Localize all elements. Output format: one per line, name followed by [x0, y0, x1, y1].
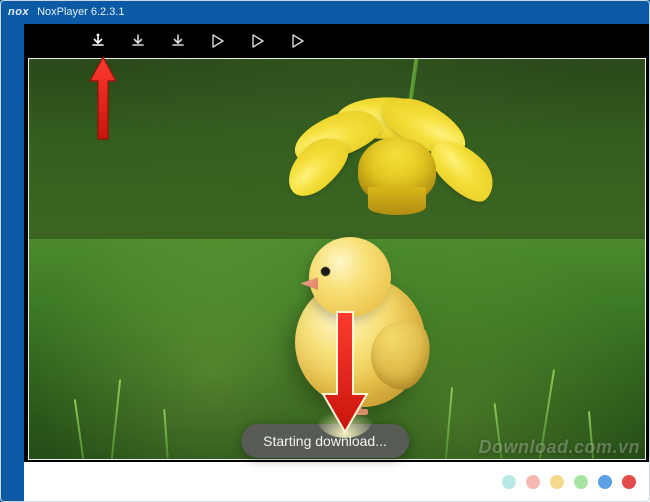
daffodil-flower — [300, 107, 490, 247]
play-store-icon[interactable] — [290, 33, 306, 49]
nav-dot[interactable] — [598, 475, 612, 489]
nav-dots-bar — [24, 462, 650, 502]
nav-dot[interactable] — [502, 475, 516, 489]
window-title: NoxPlayer 6.2.3.1 — [37, 6, 124, 18]
noxplayer-window: nox NoxPlayer 6.2.3.1 — [0, 0, 650, 502]
download-icon[interactable] — [170, 33, 186, 49]
titlebar: nox NoxPlayer 6.2.3.1 — [0, 0, 650, 24]
nox-logo: nox — [8, 6, 29, 18]
home-wallpaper — [28, 58, 646, 460]
wallpaper-scene — [29, 59, 645, 459]
download-icon[interactable] — [130, 33, 146, 49]
download-toast: Starting download... — [241, 424, 409, 458]
nav-dot[interactable] — [526, 475, 540, 489]
nav-dot[interactable] — [622, 475, 636, 489]
nav-dot[interactable] — [574, 475, 588, 489]
play-store-icon[interactable] — [250, 33, 266, 49]
chick — [275, 227, 445, 427]
nav-dot[interactable] — [550, 475, 564, 489]
play-store-icon[interactable] — [210, 33, 226, 49]
toolbar — [24, 24, 650, 58]
download-icon[interactable] — [90, 33, 106, 49]
